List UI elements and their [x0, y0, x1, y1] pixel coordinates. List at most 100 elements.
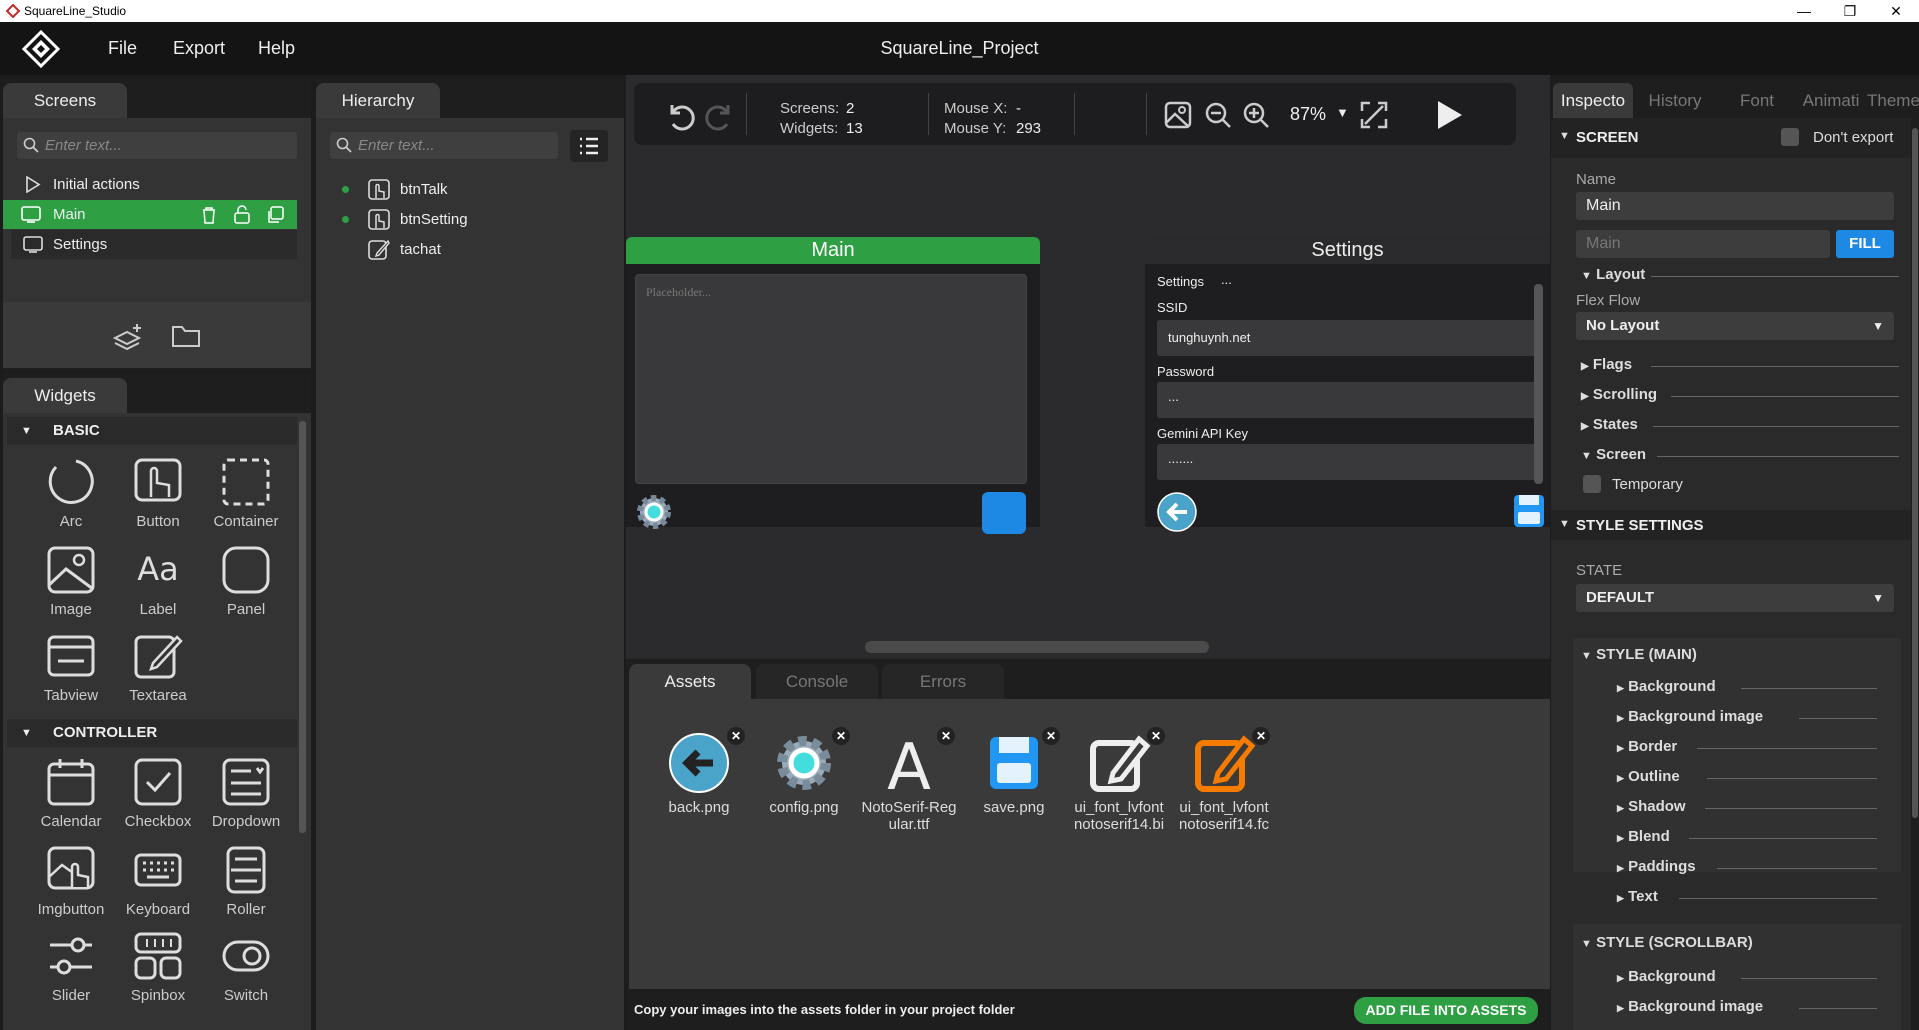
password-input[interactable]: ... — [1157, 382, 1541, 418]
tab-animation[interactable]: Animati — [1791, 83, 1871, 118]
zoom-out-icon[interactable] — [1204, 101, 1232, 129]
folder-icon[interactable] — [171, 324, 201, 348]
fit-screen-icon[interactable] — [1360, 101, 1388, 129]
fill-input[interactable]: Main — [1576, 230, 1830, 258]
flags-group[interactable]: ▶ Flags — [1581, 356, 1901, 373]
remove-asset-icon[interactable]: ✕ — [1042, 727, 1060, 745]
widget-textarea[interactable]: Textarea — [118, 631, 198, 704]
screen-item-settings[interactable]: Settings — [11, 230, 297, 259]
asset-save-png[interactable]: ✕ save.png — [964, 727, 1064, 816]
hierarchy-list-button[interactable] — [570, 130, 608, 162]
widget-checkbox[interactable]: Checkbox — [118, 757, 198, 830]
style-outline[interactable]: ▶ Outline — [1617, 768, 1877, 785]
widget-slider[interactable]: Slider — [31, 931, 111, 1004]
scrollbar-background-image[interactable]: ▶ Background image — [1617, 998, 1877, 1015]
save-icon[interactable] — [1513, 494, 1545, 528]
hierarchy-search-input[interactable]: Enter text... — [330, 132, 558, 159]
inspector-scrollbar-thumb[interactable] — [1912, 128, 1918, 818]
fill-button[interactable]: FILL — [1836, 230, 1894, 258]
remove-asset-icon[interactable]: ✕ — [1147, 727, 1165, 745]
widget-roller[interactable]: Roller — [206, 845, 286, 918]
canvas-horizontal-scrollbar[interactable] — [865, 641, 1209, 653]
widget-calendar[interactable]: Calendar — [31, 757, 111, 830]
widget-tabview[interactable]: Tabview — [31, 631, 111, 704]
tab-screens[interactable]: Screens — [3, 83, 127, 118]
ssid-input[interactable]: tunghuynh.net — [1157, 320, 1541, 356]
widget-image[interactable]: Image — [31, 545, 111, 618]
add-screen-icon[interactable] — [113, 322, 145, 350]
dont-export-checkbox[interactable] — [1781, 128, 1799, 146]
menu-file[interactable]: File — [108, 22, 137, 75]
widget-switch[interactable]: Switch — [206, 931, 286, 1004]
tab-inspector[interactable]: Inspecto — [1553, 83, 1633, 118]
remove-asset-icon[interactable]: ✕ — [937, 727, 955, 745]
section-basic[interactable]: ▼ BASIC — [7, 417, 297, 445]
settings-screen-title[interactable]: Settings — [1145, 237, 1550, 264]
remove-asset-icon[interactable]: ✕ — [832, 727, 850, 745]
trash-icon[interactable] — [201, 206, 217, 224]
widget-button[interactable]: Button — [118, 457, 198, 530]
asset-font-fc[interactable]: ✕ ui_font_lvfont notoserif14.fc — [1174, 727, 1274, 833]
name-input[interactable]: Main — [1576, 192, 1894, 220]
unlock-icon[interactable] — [233, 205, 251, 224]
tab-history[interactable]: History — [1635, 83, 1715, 118]
style-scrollbar-header[interactable]: ▼ STYLE (SCROLLBAR) — [1581, 934, 1753, 951]
widget-container[interactable]: Container — [206, 457, 286, 530]
scrolling-group[interactable]: ▶ Scrolling — [1581, 386, 1901, 403]
hierarchy-item-btntalk[interactable]: btnTalk — [336, 175, 606, 204]
tab-assets[interactable]: Assets — [629, 664, 751, 699]
tab-console[interactable]: Console — [756, 664, 878, 699]
style-settings-header[interactable]: ▼ STYLE SETTINGS — [1551, 510, 1911, 540]
close-button[interactable]: ✕ — [1873, 0, 1919, 22]
style-main-header[interactable]: ▼ STYLE (MAIN) — [1581, 646, 1697, 663]
widget-spinbox[interactable]: Spinbox — [118, 931, 198, 1004]
add-file-into-assets-button[interactable]: ADD FILE INTO ASSETS — [1354, 997, 1538, 1024]
asset-notoserif-ttf[interactable]: ✕ A NotoSerif-Reg ular.ttf — [859, 727, 959, 833]
temporary-checkbox[interactable] — [1583, 475, 1601, 493]
screen-item-initial-actions[interactable]: Initial actions — [11, 170, 297, 199]
remove-asset-icon[interactable]: ✕ — [727, 727, 745, 745]
layout-group[interactable]: ▼ Layout — [1581, 266, 1901, 283]
style-border[interactable]: ▶ Border — [1617, 738, 1877, 755]
style-background[interactable]: ▶ Background — [1617, 678, 1877, 695]
zoom-in-icon[interactable] — [1242, 101, 1270, 129]
hierarchy-item-tachat[interactable]: tachat — [336, 235, 606, 264]
section-controller[interactable]: ▼ CONTROLLER — [7, 719, 297, 747]
config-gear-icon[interactable] — [634, 492, 674, 532]
style-text[interactable]: ▶ Text — [1617, 888, 1877, 905]
main-screen-title[interactable]: Main — [626, 237, 1040, 264]
tab-font[interactable]: Font — [1717, 83, 1797, 118]
tab-themes[interactable]: Themes — [1867, 83, 1919, 118]
play-icon[interactable] — [1434, 99, 1464, 131]
style-blend[interactable]: ▶ Blend — [1617, 828, 1877, 845]
widget-label[interactable]: Aa Label — [118, 545, 198, 618]
screen-item-main[interactable]: Main — [3, 200, 297, 229]
flex-flow-dropdown[interactable]: No Layout ▼ — [1576, 312, 1894, 340]
menu-export[interactable]: Export — [173, 22, 225, 75]
maximize-button[interactable]: ❐ — [1827, 0, 1873, 22]
main-screen-preview[interactable]: Placeholder... — [626, 264, 1040, 534]
asset-config-png[interactable]: ✕ config.png — [754, 727, 854, 816]
widget-panel[interactable]: Panel — [206, 545, 286, 618]
undo-icon[interactable] — [664, 99, 696, 131]
style-paddings[interactable]: ▶ Paddings — [1617, 858, 1877, 875]
asset-back-png[interactable]: ✕ back.png — [649, 727, 749, 816]
screens-search-input[interactable]: Enter text... — [17, 132, 297, 159]
tab-widgets[interactable]: Widgets — [3, 378, 127, 413]
inspector-scrollbar-track[interactable] — [1911, 118, 1919, 1030]
scrollbar-background[interactable]: ▶ Background — [1617, 968, 1877, 985]
widget-imgbutton[interactable]: Imgbutton — [31, 845, 111, 918]
btntalk-button[interactable] — [982, 492, 1026, 534]
background-image-icon[interactable] — [1164, 101, 1192, 129]
widget-dropdown[interactable]: Dropdown — [206, 757, 286, 830]
zoom-level[interactable]: 87% — [1290, 104, 1326, 125]
asset-font-bin[interactable]: ✕ ui_font_lvfont notoserif14.bi — [1069, 727, 1169, 833]
duplicate-icon[interactable] — [266, 206, 284, 224]
widgets-scrollbar[interactable] — [299, 421, 306, 833]
zoom-dropdown-icon[interactable]: ▼ — [1336, 105, 1349, 120]
settings-scrollbar[interactable] — [1534, 284, 1543, 484]
redo-icon[interactable] — [704, 99, 736, 131]
textarea-tachat[interactable]: Placeholder... — [635, 274, 1027, 484]
style-shadow[interactable]: ▶ Shadow — [1617, 798, 1877, 815]
state-dropdown[interactable]: DEFAULT ▼ — [1576, 584, 1894, 612]
